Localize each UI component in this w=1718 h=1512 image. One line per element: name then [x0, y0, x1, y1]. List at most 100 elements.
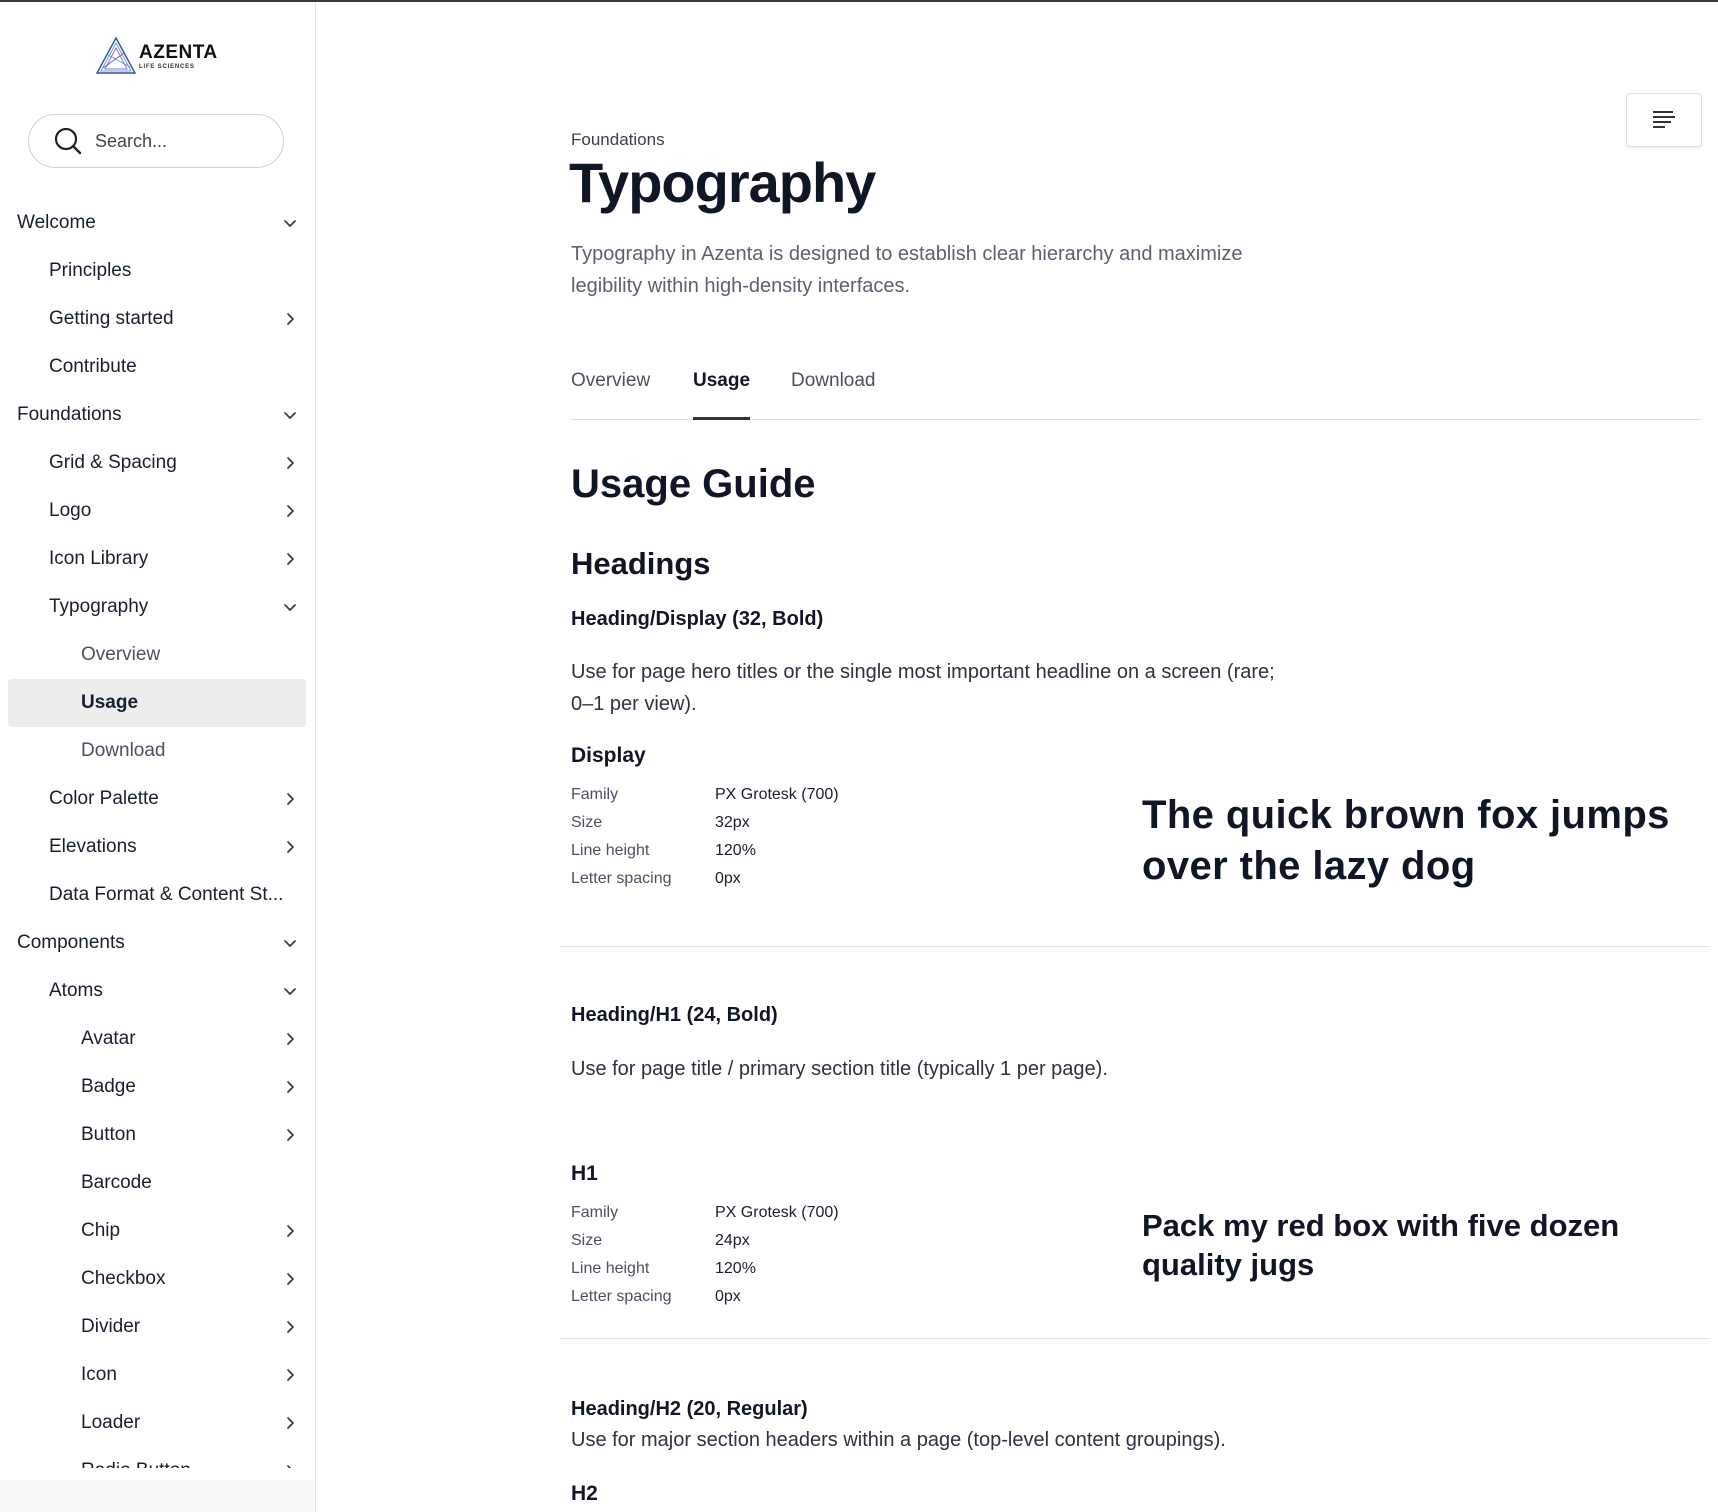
- sidebar-item-label: Barcode: [81, 1172, 152, 1193]
- sidebar-item-barcode[interactable]: Barcode: [81, 1160, 298, 1206]
- sidebar-item-logo[interactable]: Logo: [49, 488, 298, 534]
- menu-lines-icon: [1653, 111, 1675, 128]
- h2-description: Use for major section headers within a p…: [571, 1429, 1226, 1451]
- sidebar: AZENTA LIFE SCIENCES Welcome Principles Ge…: [0, 2, 316, 1512]
- section-divider: [560, 1338, 1710, 1339]
- page-title: Typography: [569, 151, 876, 214]
- chevron-right-icon[interactable]: [282, 1367, 298, 1383]
- sidebar-item-label: Data Format & Content St...: [49, 884, 284, 905]
- sidebar-item-welcome[interactable]: Welcome: [17, 200, 298, 246]
- page-intro: Typography in Azenta is designed to esta…: [571, 243, 1243, 297]
- tab-bar: Overview Usage Download: [571, 364, 1701, 420]
- spec-value: PX Grotesk (700): [715, 786, 839, 803]
- sidebar-item-badge[interactable]: Badge: [81, 1064, 298, 1110]
- chevron-right-icon[interactable]: [282, 551, 298, 567]
- sidebar-item-label: Color Palette: [49, 788, 159, 809]
- h1-spec-table: Family PX Grotesk (700) Size 24px Line hei…: [571, 1199, 871, 1311]
- spec-key: Size: [571, 1232, 603, 1249]
- chevron-right-icon[interactable]: [282, 1079, 298, 1095]
- chevron-right-icon[interactable]: [282, 791, 298, 807]
- h2-heading: Heading/H2 (20, Regular): [571, 1398, 808, 1420]
- chevron-down-icon[interactable]: [282, 935, 298, 951]
- sidebar-item-grid-spacing[interactable]: Grid & Spacing: [49, 440, 298, 486]
- chevron-right-icon[interactable]: [282, 1031, 298, 1047]
- spec-key: Family: [571, 786, 619, 803]
- sidebar-item-divider[interactable]: Divider: [81, 1304, 298, 1350]
- search-icon: [54, 127, 82, 155]
- sidebar-item-color-palette[interactable]: Color Palette: [49, 776, 298, 822]
- spec-value: 0px: [715, 870, 741, 887]
- spec-row: Size 32px: [571, 809, 871, 837]
- sidebar-item-button[interactable]: Button: [81, 1112, 298, 1158]
- spec-row: Family PX Grotesk (700): [571, 781, 871, 809]
- sidebar-item-foundations[interactable]: Foundations: [17, 392, 298, 438]
- sidebar-item-chip[interactable]: Chip: [81, 1208, 298, 1254]
- sidebar-item-avatar[interactable]: Avatar: [81, 1016, 298, 1062]
- chevron-right-icon[interactable]: [282, 1415, 298, 1431]
- sidebar-item-typography[interactable]: Typography: [49, 584, 298, 630]
- sidebar-item-label: Button: [81, 1124, 136, 1145]
- spec-key: Family: [571, 1204, 619, 1221]
- search-input[interactable]: [95, 130, 265, 152]
- spec-key: Size: [571, 814, 603, 831]
- sidebar-item-label: Radio Button: [81, 1460, 191, 1468]
- sidebar-item-icon-library[interactable]: Icon Library: [49, 536, 298, 582]
- sidebar-item-getting-started[interactable]: Getting started: [49, 296, 298, 342]
- spec-value: 24px: [715, 1232, 750, 1249]
- sidebar-item-checkbox[interactable]: Checkbox: [81, 1256, 298, 1302]
- spec-row: Letter spacing 0px: [571, 865, 871, 893]
- display-sample-text: The quick brown fox jumps over the lazy …: [1142, 793, 1670, 888]
- tab-usage[interactable]: Usage: [693, 370, 751, 420]
- chevron-down-icon[interactable]: [282, 599, 298, 615]
- tab-download[interactable]: Download: [791, 370, 876, 420]
- spec-key: Line height: [571, 1260, 650, 1277]
- sidebar-item-contribute[interactable]: Contribute: [49, 344, 298, 390]
- sidebar-item-icon[interactable]: Icon: [81, 1352, 298, 1398]
- sidebar-item-download[interactable]: Download: [81, 728, 298, 774]
- chevron-right-icon[interactable]: [282, 1463, 298, 1468]
- chevron-down-icon[interactable]: [282, 407, 298, 423]
- sidebar-item-label: Welcome: [17, 212, 96, 233]
- display-spec-table: Family PX Grotesk (700) Size 32px Line hei…: [571, 781, 871, 893]
- chevron-right-icon[interactable]: [282, 311, 298, 327]
- chevron-right-icon[interactable]: [282, 1127, 298, 1143]
- breadcrumb[interactable]: Foundations: [571, 130, 665, 150]
- headings-title: Headings: [571, 546, 711, 581]
- chevron-right-icon[interactable]: [282, 1271, 298, 1287]
- sidebar-item-components[interactable]: Components: [17, 920, 298, 966]
- sidebar-item-usage[interactable]: Usage: [8, 679, 306, 727]
- sidebar-item-data-format-content-st[interactable]: Data Format & Content St...: [49, 872, 298, 918]
- spec-key: Line height: [571, 842, 650, 859]
- sidebar-item-atoms[interactable]: Atoms: [49, 968, 298, 1014]
- spec-key: Letter spacing: [571, 870, 672, 887]
- chevron-right-icon[interactable]: [282, 1319, 298, 1335]
- h1-heading: Heading/H1 (24, Bold): [571, 1004, 778, 1026]
- display-description: Use for page hero titles or the single m…: [571, 661, 1275, 715]
- chevron-down-icon[interactable]: [282, 215, 298, 231]
- chevron-right-icon[interactable]: [282, 503, 298, 519]
- sidebar-item-principles[interactable]: Principles: [49, 248, 298, 294]
- spec-value: 120%: [715, 842, 756, 859]
- spec-row: Letter spacing 0px: [571, 1283, 871, 1311]
- sidebar-item-overview[interactable]: Overview: [81, 632, 298, 678]
- chevron-right-icon[interactable]: [282, 455, 298, 471]
- sidebar-item-radio-button[interactable]: Radio Button: [81, 1448, 298, 1468]
- spec-value: PX Grotesk (700): [715, 1204, 839, 1221]
- tab-overview[interactable]: Overview: [571, 370, 650, 420]
- sidebar-item-label: Icon Library: [49, 548, 149, 569]
- sidebar-item-label: Atoms: [49, 980, 103, 1001]
- usage-guide-title: Usage Guide: [571, 462, 816, 506]
- spec-value: 32px: [715, 814, 750, 831]
- sidebar-item-elevations[interactable]: Elevations: [49, 824, 298, 870]
- chevron-right-icon[interactable]: [282, 839, 298, 855]
- sidebar-item-label: Icon: [81, 1364, 117, 1385]
- chevron-right-icon[interactable]: [282, 1223, 298, 1239]
- sidebar-item-label: Divider: [81, 1316, 141, 1337]
- brand-logo[interactable]: AZENTA LIFE SCIENCES: [94, 34, 218, 78]
- chevron-down-icon[interactable]: [282, 983, 298, 999]
- sidebar-item-loader[interactable]: Loader: [81, 1400, 298, 1446]
- display-style-name: Display: [571, 744, 646, 767]
- sidebar-item-label: Elevations: [49, 836, 137, 857]
- search-box[interactable]: [28, 114, 284, 168]
- table-of-contents-button[interactable]: [1626, 93, 1702, 147]
